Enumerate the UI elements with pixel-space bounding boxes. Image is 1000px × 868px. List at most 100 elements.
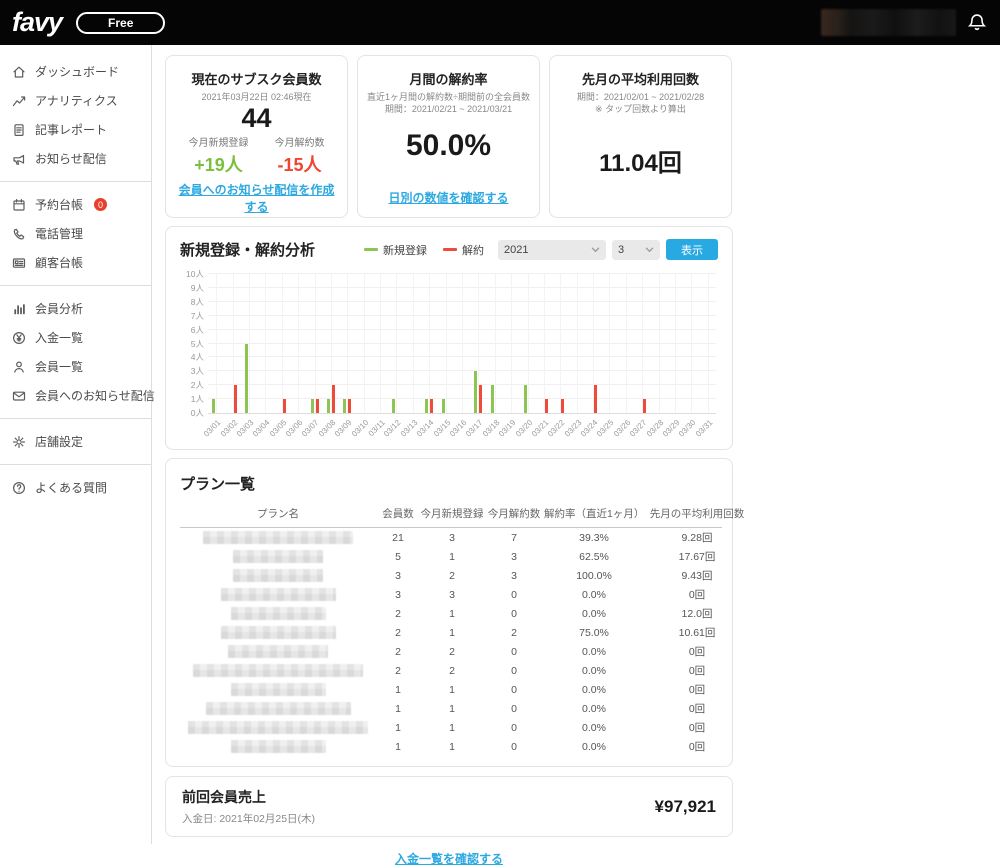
gridline-v xyxy=(675,274,677,413)
x-axis-tick-label: 03/27 xyxy=(628,418,649,439)
col-plan-name: プラン名 xyxy=(257,508,299,520)
gridline-v xyxy=(445,274,447,413)
cell-cancel: 3 xyxy=(511,550,517,563)
table-row[interactable]: 1 1 0 0.0% 0回 xyxy=(180,718,722,737)
sidebar-item-label: ダッシュボード xyxy=(35,65,120,79)
gridline-v xyxy=(412,274,414,413)
new-members-label: 今月新規登録 xyxy=(188,138,249,150)
new-members-value: +19人 xyxy=(194,155,243,176)
payments-list-link[interactable]: 入金一覧を確認する xyxy=(395,852,503,866)
sidebar-item-person[interactable]: 会員一覧 xyxy=(0,352,151,381)
table-row[interactable]: 21 3 7 39.3% 9.28回 xyxy=(180,528,722,547)
cell-new: 1 xyxy=(449,607,455,620)
cell-rate: 0.0% xyxy=(582,588,606,601)
x-axis-tick-label: 03/21 xyxy=(529,418,551,439)
analysis-title: 新規登録・解約分析 xyxy=(180,242,316,259)
plan-name-redacted xyxy=(230,683,326,696)
notification-badge: 0 xyxy=(94,198,108,211)
megaphone-icon xyxy=(13,154,25,165)
sidebar-item-megaphone[interactable]: お知らせ配信 xyxy=(0,144,151,173)
sidebar: ダッシュボードアナリティクス記事レポートお知らせ配信予約台帳 0 電話管理顧客台帳会… xyxy=(0,45,155,844)
y-axis-tick-label: 4人 xyxy=(190,352,204,363)
show-button[interactable]: 表示 xyxy=(666,239,718,260)
table-row[interactable]: 2 1 2 75.0% 10.61回 xyxy=(180,623,722,642)
sidebar-item-article[interactable]: 記事レポート xyxy=(0,115,151,144)
bell-icon[interactable] xyxy=(966,12,988,34)
plan-badge[interactable]: Free xyxy=(76,11,166,34)
sidebar-item-mail[interactable]: 会員へのお知らせ配信 xyxy=(0,381,155,410)
y-axis-tick-label: 0人 xyxy=(190,408,204,418)
sidebar-item-label: 予約台帳 xyxy=(35,198,84,212)
table-row[interactable]: 2 2 0 0.0% 0回 xyxy=(180,661,722,680)
cell-usage: 12.0回 xyxy=(681,608,713,620)
sidebar-item-label: 記事レポート xyxy=(35,123,108,137)
revenue-amount: ¥97,921 xyxy=(654,796,716,816)
create-notice-link[interactable]: 会員へのお知らせ配信を作成する xyxy=(174,181,339,215)
table-row[interactable]: 3 3 0 0.0% 0回 xyxy=(180,585,722,604)
y-axis-tick-label: 2人 xyxy=(190,380,204,391)
daily-values-link[interactable]: 日別の数値を確認する xyxy=(388,189,508,206)
gridline-v xyxy=(560,274,562,413)
plan-name-redacted xyxy=(228,645,328,658)
revenue-title: 前回会員売上 xyxy=(182,789,266,805)
table-row[interactable]: 1 1 0 0.0% 0回 xyxy=(180,699,722,718)
sidebar-item-home[interactable]: ダッシュボード xyxy=(0,57,151,86)
table-row[interactable]: 2 1 0 0.0% 12.0回 xyxy=(180,604,722,623)
col-usage: 先月の平均利用回数 xyxy=(649,508,745,520)
x-axis-tick-label: 03/08 xyxy=(316,418,338,439)
gridline-v xyxy=(576,274,578,413)
cell-new: 2 xyxy=(449,569,455,582)
cell-rate: 62.5% xyxy=(579,550,609,563)
table-row[interactable]: 3 2 3 100.0% 9.43回 xyxy=(180,566,722,585)
cell-new: 1 xyxy=(449,721,455,734)
sidebar-item-phone[interactable]: 電話管理 xyxy=(0,219,151,248)
cell-cancel: 0 xyxy=(511,588,517,601)
bar-registrations xyxy=(425,399,429,413)
table-row[interactable]: 2 2 0 0.0% 0回 xyxy=(180,642,722,661)
sidebar-item-question[interactable]: よくある質問 xyxy=(0,473,151,502)
gridline-v xyxy=(396,274,398,413)
favy-logo: favy xyxy=(12,7,63,37)
bar-cancellations xyxy=(282,399,286,413)
cell-new: 1 xyxy=(449,550,455,563)
cell-rate: 0.0% xyxy=(582,683,606,696)
gridline-v xyxy=(527,274,529,413)
gridline-v xyxy=(265,274,267,413)
table-row[interactable]: 1 1 0 0.0% 0回 xyxy=(180,737,722,756)
table-row[interactable]: 5 1 3 62.5% 17.67回 xyxy=(180,547,722,566)
cell-new: 1 xyxy=(449,702,455,715)
legend-label: 新規登録 xyxy=(383,244,427,257)
question-icon xyxy=(12,481,26,494)
cell-members: 21 xyxy=(392,531,404,544)
sidebar-item-gear[interactable]: 店舗設定 xyxy=(0,427,151,456)
year-select[interactable]: 2021 xyxy=(498,239,606,260)
cell-members: 2 xyxy=(395,626,401,639)
cell-rate: 0.0% xyxy=(582,664,606,677)
gear-icon xyxy=(13,435,25,448)
bar-registrations xyxy=(310,399,314,413)
table-row[interactable]: 1 1 0 0.0% 0回 xyxy=(180,680,722,699)
gridline-v xyxy=(216,274,218,413)
revenue-card: 前回会員売上 入金日: 2021年02月25日(木) ¥97,921 xyxy=(165,776,733,837)
x-axis-tick-label: 03/16 xyxy=(447,418,469,439)
card-churn-rate: 月間の解約率 直近1ヶ月間の解約数÷期間前の全会員数 期間：2021/02/21… xyxy=(357,55,540,218)
y-axis-tick-label: 9人 xyxy=(190,282,204,293)
cell-cancel: 0 xyxy=(511,721,517,734)
chevron-down-icon xyxy=(591,246,600,252)
article-icon xyxy=(14,123,24,136)
sidebar-item-label: 顧客台帳 xyxy=(35,256,84,270)
sidebar-item-analytics[interactable]: アナリティクス xyxy=(0,86,151,115)
col-members: 会員数 xyxy=(382,508,414,520)
cell-usage: 0回 xyxy=(688,722,706,734)
card-title: 月間の解約率 xyxy=(409,72,488,87)
account-name-redacted[interactable] xyxy=(821,9,956,36)
gridline-v xyxy=(298,274,300,413)
sidebar-item-yen[interactable]: 入金一覧 xyxy=(0,323,151,352)
sidebar-item-ledger[interactable]: 顧客台帳 xyxy=(0,248,151,277)
x-axis-tick-label: 03/29 xyxy=(660,418,682,439)
cell-rate: 75.0% xyxy=(579,626,609,639)
sidebar-item-bar-chart[interactable]: 会員分析 xyxy=(0,294,151,323)
sidebar-item-calendar[interactable]: 予約台帳 0 xyxy=(0,190,151,219)
month-select[interactable]: 3 xyxy=(612,239,660,260)
card-avg-usage: 先月の平均利用回数 期間：2021/02/01 ~ 2021/02/28 ※ タ… xyxy=(549,55,732,218)
